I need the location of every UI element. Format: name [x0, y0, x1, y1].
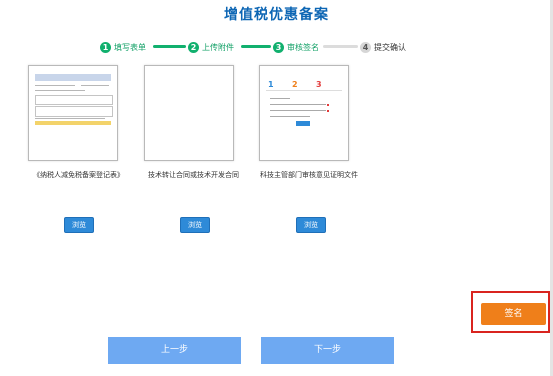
step-connector-1 — [153, 45, 186, 48]
document-thumbnail-2[interactable] — [144, 65, 234, 161]
browse-button-3[interactable]: 浏览 — [296, 217, 326, 233]
thumb-box — [35, 106, 113, 117]
thumb-step-num-3: 3 — [316, 80, 322, 89]
step-2-number: 2 — [188, 41, 199, 53]
step-4-number: 4 — [360, 41, 371, 53]
thumb-step-num-1: 1 — [268, 80, 274, 89]
step-4-label: 提交确认 — [374, 42, 406, 52]
thumb-line — [35, 85, 75, 86]
thumb-line — [81, 85, 109, 86]
thumb-red-mark — [327, 104, 329, 106]
thumb-line — [35, 90, 85, 91]
thumb-header-bar — [35, 74, 111, 81]
step-1: 1 填写表单 — [100, 40, 146, 54]
next-step-button[interactable]: 下一步 — [261, 337, 394, 364]
step-1-number: 1 — [100, 41, 111, 53]
thumb-line — [270, 104, 326, 105]
step-2: 2 上传附件 — [188, 40, 234, 54]
progress-steps: 1 填写表单 2 上传附件 3 审核签名 4 提交确认 — [100, 40, 420, 54]
step-3: 3 审核签名 — [273, 40, 319, 54]
page: 增值税优惠备案 1 填写表单 2 上传附件 3 审核签名 4 提交确认 《纳税人… — [0, 0, 553, 376]
thumb-step-num-2: 2 — [292, 80, 298, 89]
step-connector-2 — [241, 45, 271, 48]
browse-button-2[interactable]: 浏览 — [180, 217, 210, 233]
document-label-2: 技术转让合同或技术开发合同 — [148, 171, 239, 179]
document-thumbnail-1[interactable] — [28, 65, 118, 161]
thumb-button — [296, 121, 310, 126]
thumb-line — [35, 118, 105, 119]
step-2-label: 上传附件 — [202, 42, 234, 52]
step-4: 4 提交确认 — [360, 40, 406, 54]
step-connector-3 — [323, 45, 358, 48]
step-1-label: 填写表单 — [114, 42, 146, 52]
browse-button-1[interactable]: 浏览 — [64, 217, 94, 233]
thumb-line — [270, 110, 326, 111]
thumb-red-mark — [327, 110, 329, 112]
sign-button[interactable]: 签名 — [481, 303, 546, 325]
thumb-step-header: 1 2 3 — [266, 78, 342, 91]
step-3-number: 3 — [273, 41, 284, 53]
document-thumbnail-3[interactable]: 1 2 3 — [259, 65, 349, 161]
document-label-3: 科技主管部门审核意见证明文件 — [260, 171, 358, 179]
prev-step-button[interactable]: 上一步 — [108, 337, 241, 364]
document-label-1: 《纳税人减免税备案登记表》 — [33, 171, 124, 179]
step-3-label: 审核签名 — [287, 42, 319, 52]
page-title: 增值税优惠备案 — [224, 7, 329, 23]
thumb-highlight-row — [35, 121, 111, 125]
thumb-box — [35, 95, 113, 105]
thumb-line — [270, 98, 290, 99]
thumb-line — [270, 116, 310, 117]
